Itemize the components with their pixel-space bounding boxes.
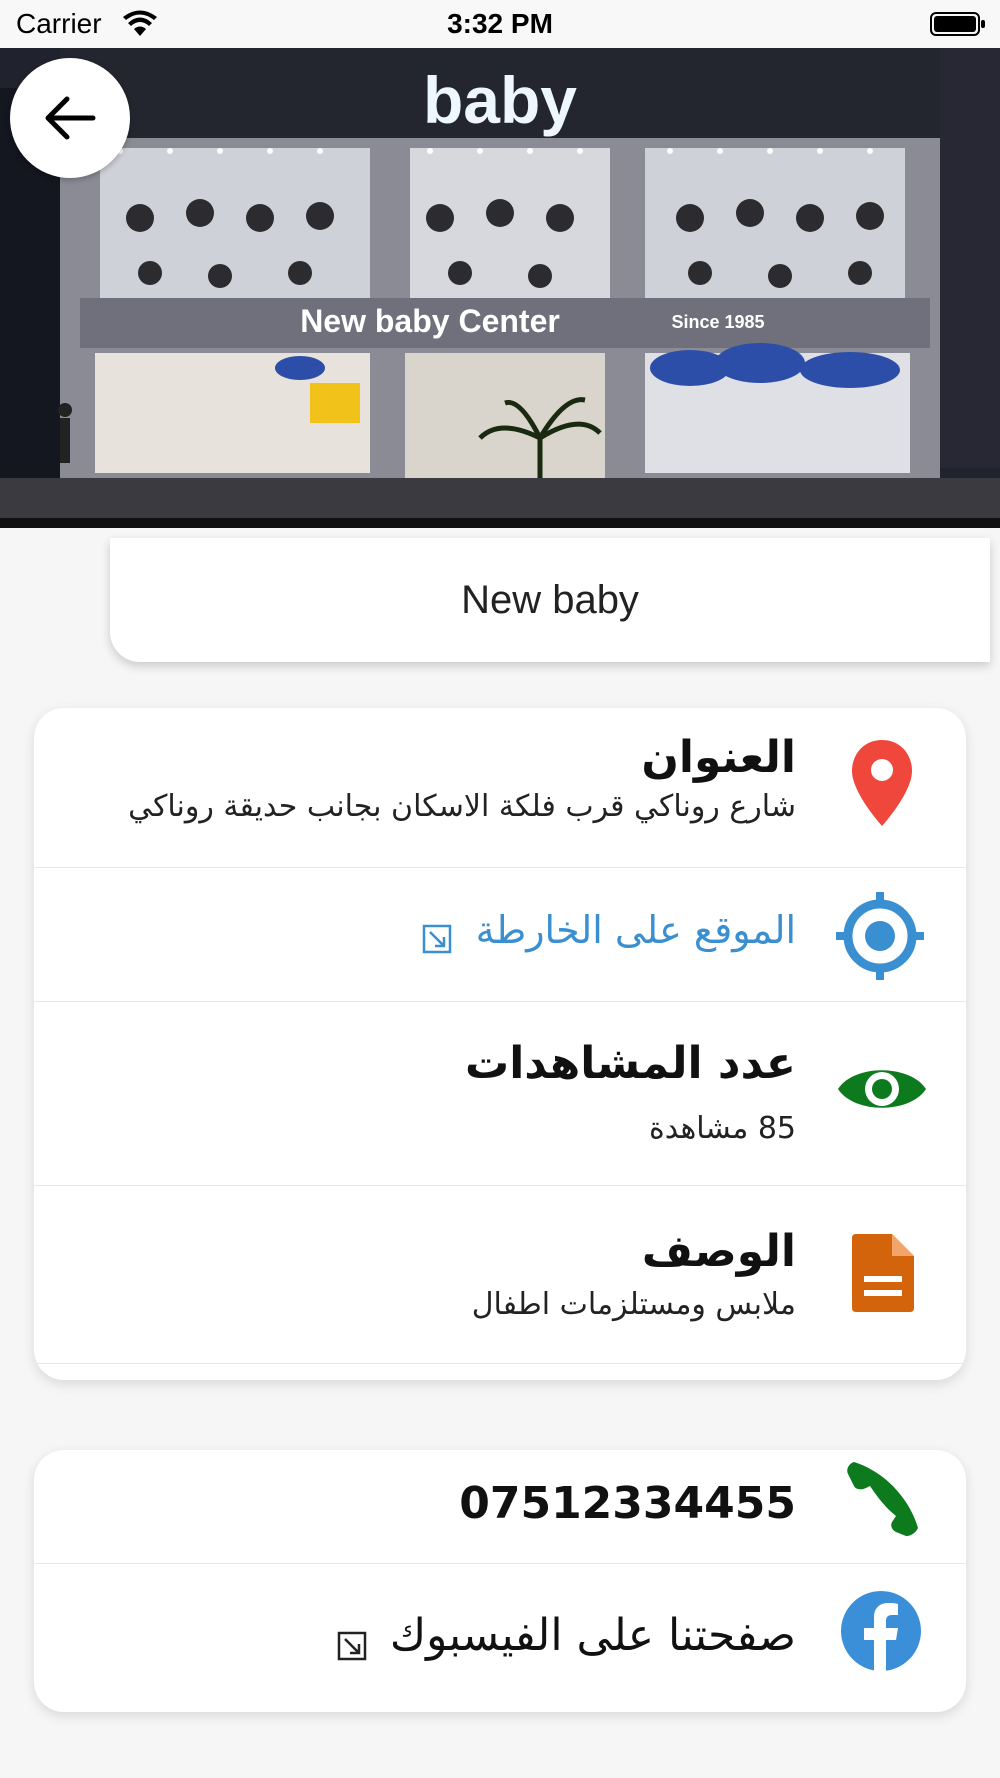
map-link[interactable]: الموقع على الخارطة (476, 908, 796, 952)
map-location-row[interactable]: الموقع على الخارطة (34, 868, 966, 1002)
shop-photo: baby New baby Center Since 1985 (0, 48, 1000, 528)
battery-icon (930, 12, 985, 36)
phone-row[interactable]: 07512334455 (34, 1450, 966, 1564)
storefront-illustration: baby New baby Center Since 1985 (0, 48, 1000, 528)
back-arrow-icon (45, 96, 96, 140)
facebook-row[interactable]: صفحتنا على الفيسبوك (34, 1564, 966, 1712)
address-title: العنوان (641, 732, 796, 783)
views-title: عدد المشاهدات (465, 1038, 796, 1089)
eye-icon (838, 1070, 926, 1108)
storefront-sign-center: New baby Center (300, 303, 560, 339)
location-pin-icon (852, 740, 912, 826)
external-link-icon (423, 924, 452, 953)
views-row: عدد المشاهدات 85 مشاهدة (34, 1002, 966, 1186)
description-title: الوصف (641, 1226, 796, 1277)
phone-number[interactable]: 07512334455 (459, 1478, 796, 1529)
storefront-sign-since: Since 1985 (671, 312, 764, 332)
crosshair-icon (836, 892, 924, 980)
storefront-logo: baby (423, 63, 577, 137)
info-card: العنوان شارع روناكي قرب فلكة الاسكان بجا… (34, 708, 966, 1380)
shop-name: New baby (461, 577, 639, 622)
address-row: العنوان شارع روناكي قرب فلكة الاسكان بجا… (34, 708, 966, 868)
document-icon (852, 1234, 914, 1312)
description-value: ملابس ومستلزمات اطفال (471, 1287, 796, 1322)
facebook-link[interactable]: صفحتنا على الفيسبوك (390, 1610, 796, 1661)
shop-title-card: New baby (110, 538, 990, 662)
views-value: 85 مشاهدة (649, 1111, 796, 1146)
status-bar: Carrier 3:32 PM (0, 0, 1000, 48)
facebook-icon (841, 1591, 921, 1672)
description-row: الوصف ملابس ومستلزمات اطفال (34, 1186, 966, 1364)
address-value: شارع روناكي قرب فلكة الاسكان بجانب حديقة… (128, 789, 796, 824)
clock: 3:32 PM (447, 8, 553, 39)
contact-card: 07512334455 صفحتنا على الفيسبوك (34, 1450, 966, 1712)
external-link-icon (337, 1631, 367, 1660)
back-button[interactable] (10, 58, 130, 178)
phone-icon (847, 1462, 918, 1536)
